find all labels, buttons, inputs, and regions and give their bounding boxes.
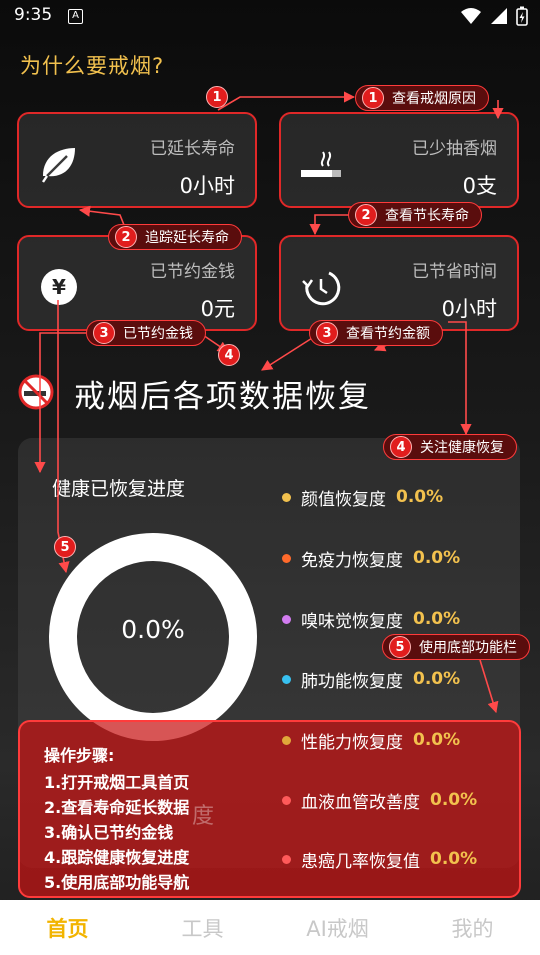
metric-row: 血液血管改善度 0.0% <box>282 787 477 813</box>
step-item: 5.使用底部功能导航 <box>44 873 190 892</box>
annotation-number: 3 <box>93 322 115 344</box>
metric-value: 0.0% <box>430 790 478 810</box>
annotation-bottom-bar: 5 使用底部功能栏 <box>382 634 530 660</box>
metric-value: 0.0% <box>413 609 461 629</box>
card-value: 0元 <box>200 297 235 321</box>
yen-icon: ¥ <box>41 269 77 305</box>
bottom-nav: 首页 工具 AI戒烟 我的 <box>0 900 540 955</box>
annotation-badge: 4 <box>218 344 240 366</box>
metric-label: 性能力恢复度 <box>301 732 403 753</box>
metric-dot <box>282 492 291 502</box>
tab-ai-quit[interactable]: AI戒烟 <box>278 913 398 943</box>
step-item: 2.查看寿命延长数据 <box>44 798 190 817</box>
metric-dot <box>282 674 291 684</box>
annotation-number: 2 <box>355 204 377 226</box>
notification-icon: A <box>68 9 83 24</box>
why-quit-title[interactable]: 为什么要戒烟? <box>20 50 164 80</box>
annotation-text: 查看戒烟原因 <box>392 91 476 107</box>
metric-row: 嗅味觉恢复度 0.0% <box>282 606 460 632</box>
annotation-text: 查看节约金额 <box>346 326 430 342</box>
faded-progress-label: 度 <box>192 804 215 829</box>
clock-icon <box>302 271 341 306</box>
metric-dot <box>282 614 291 624</box>
metric-label: 颜值恢复度 <box>301 489 386 510</box>
svg-text:¥: ¥ <box>52 275 66 299</box>
status-bar: 9:35 A <box>0 0 540 34</box>
metric-value: 0.0% <box>430 849 478 869</box>
metric-row: 性能力恢复度 0.0% <box>282 727 460 753</box>
card-label: 已少抽香烟 <box>412 139 497 159</box>
metric-dot <box>282 795 291 805</box>
cigarette-icon <box>301 151 341 177</box>
annotation-text: 查看节长寿命 <box>385 208 469 224</box>
annotation-number: 2 <box>115 226 137 248</box>
annotation-view-reasons: 1 查看戒烟原因 <box>355 85 489 111</box>
annotation-text: 使用底部功能栏 <box>419 640 517 656</box>
card-label: 已节省时间 <box>412 262 497 282</box>
metric-value: 0.0% <box>413 669 461 689</box>
metric-value: 0.0% <box>413 548 461 568</box>
metric-dot <box>282 735 291 745</box>
metric-label: 肺功能恢复度 <box>301 671 403 692</box>
annotation-number: 5 <box>389 636 411 658</box>
leaf-icon <box>42 148 75 183</box>
card-label: 已延长寿命 <box>150 139 235 159</box>
wifi-icon <box>461 8 481 24</box>
card-value: 0小时 <box>441 297 497 321</box>
step-item: 1.打开戒烟工具首页 <box>44 773 190 792</box>
no-smoking-icon <box>18 374 54 410</box>
metric-value: 0.0% <box>396 487 444 507</box>
section-title: 戒烟后各项数据恢复 <box>74 379 371 415</box>
annotation-text: 关注健康恢复 <box>420 440 504 456</box>
app-screen: 9:35 A 为什么要戒烟? 已延长寿命 0小时 已少抽香烟 0支 ¥ 已节约金… <box>0 0 540 955</box>
metric-row: 患癌几率恢复值 0.0% <box>282 846 477 872</box>
annotation-text: 追踪延长寿命 <box>145 230 229 246</box>
metric-value: 0.0% <box>413 730 461 750</box>
annotation-text: 已节约金钱 <box>123 326 193 342</box>
tab-mine[interactable]: 我的 <box>413 913 533 943</box>
annotation-number: 3 <box>316 322 338 344</box>
annotation-number: 1 <box>362 87 384 109</box>
metric-dot <box>282 854 291 864</box>
card-label: 已节约金钱 <box>150 262 235 282</box>
annotation-track-life: 2 追踪延长寿命 <box>108 224 242 250</box>
tab-tools[interactable]: 工具 <box>143 913 263 943</box>
metric-label: 嗅味觉恢复度 <box>301 611 403 632</box>
steps-title: 操作步骤: <box>44 746 115 765</box>
card-value: 0支 <box>462 174 497 198</box>
annotation-money-saved: 3 已节约金钱 <box>86 320 206 346</box>
annotation-view-life: 2 查看节长寿命 <box>348 202 482 228</box>
metric-row: 颜值恢复度 0.0% <box>282 484 443 510</box>
status-time: 9:35 <box>14 5 53 25</box>
tab-home[interactable]: 首页 <box>8 913 128 943</box>
step-item: 4.跟踪健康恢复进度 <box>44 848 190 867</box>
metric-label: 血液血管改善度 <box>301 792 420 813</box>
card-time-saved[interactable]: 已节省时间 0小时 <box>279 235 519 331</box>
progress-title: 健康已恢复进度 <box>52 478 186 500</box>
annotation-view-money: 3 查看节约金额 <box>309 320 443 346</box>
battery-icon <box>516 6 528 26</box>
annotation-badge: 1 <box>206 86 228 108</box>
card-extended-life[interactable]: 已延长寿命 0小时 <box>17 112 257 208</box>
metric-row: 肺功能恢复度 0.0% <box>282 666 460 692</box>
card-value: 0小时 <box>179 174 235 198</box>
progress-value: 0.0% <box>121 615 185 644</box>
annotation-health-recovery: 4 关注健康恢复 <box>383 434 517 460</box>
step-item: 3.确认已节约金钱 <box>44 823 174 842</box>
metric-label: 免疫力恢复度 <box>301 550 403 571</box>
system-icons <box>460 6 528 26</box>
annotation-badge: 5 <box>54 536 76 558</box>
card-cigarettes-avoided[interactable]: 已少抽香烟 0支 <box>279 112 519 208</box>
signal-icon <box>491 8 507 24</box>
metric-label: 患癌几率恢复值 <box>301 851 420 872</box>
metric-row: 免疫力恢复度 0.0% <box>282 545 460 571</box>
metric-dot <box>282 553 291 563</box>
annotation-number: 4 <box>390 436 412 458</box>
